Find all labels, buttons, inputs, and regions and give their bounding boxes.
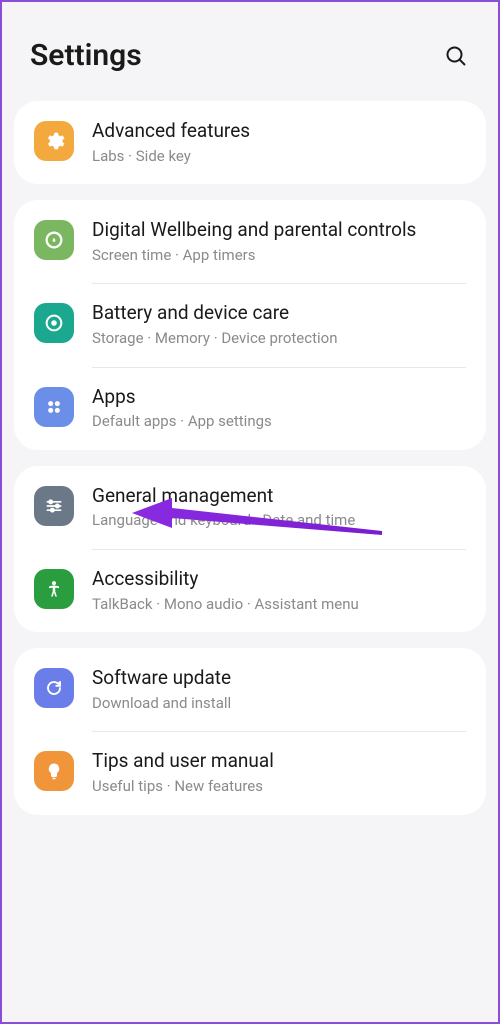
sliders-icon bbox=[34, 486, 74, 526]
item-title: Accessibility bbox=[92, 567, 466, 592]
item-title: Advanced features bbox=[92, 119, 466, 144]
settings-section: Digital Wellbeing and parental controls … bbox=[14, 200, 486, 450]
item-apps[interactable]: Apps Default apps · App settings bbox=[14, 367, 486, 450]
item-tips-user-manual[interactable]: Tips and user manual Useful tips · New f… bbox=[14, 731, 486, 814]
item-text: Apps Default apps · App settings bbox=[92, 385, 466, 432]
item-text: General management Language and keyboard… bbox=[92, 484, 466, 531]
page-title: Settings bbox=[30, 38, 142, 73]
item-digital-wellbeing[interactable]: Digital Wellbeing and parental controls … bbox=[14, 200, 486, 283]
item-title: Tips and user manual bbox=[92, 749, 466, 774]
item-text: Tips and user manual Useful tips · New f… bbox=[92, 749, 466, 796]
item-title: Apps bbox=[92, 385, 466, 410]
item-subtitle: Default apps · App settings bbox=[92, 412, 466, 432]
item-subtitle: Useful tips · New features bbox=[92, 777, 466, 797]
settings-header: Settings bbox=[2, 2, 498, 101]
wellbeing-icon bbox=[34, 220, 74, 260]
item-title: Digital Wellbeing and parental controls bbox=[92, 218, 466, 243]
item-text: Digital Wellbeing and parental controls … bbox=[92, 218, 466, 265]
item-title: Battery and device care bbox=[92, 301, 466, 326]
settings-section: Software update Download and install Tip… bbox=[14, 648, 486, 814]
gear-icon bbox=[34, 121, 74, 161]
apps-icon bbox=[34, 387, 74, 427]
accessibility-icon bbox=[34, 569, 74, 609]
update-icon bbox=[34, 668, 74, 708]
item-battery-device-care[interactable]: Battery and device care Storage · Memory… bbox=[14, 283, 486, 366]
item-title: Software update bbox=[92, 666, 466, 691]
item-general-management[interactable]: General management Language and keyboard… bbox=[14, 466, 486, 549]
item-software-update[interactable]: Software update Download and install bbox=[14, 648, 486, 731]
item-subtitle: Labs · Side key bbox=[92, 147, 466, 167]
item-title: General management bbox=[92, 484, 466, 509]
item-text: Battery and device care Storage · Memory… bbox=[92, 301, 466, 348]
item-subtitle: Screen time · App timers bbox=[92, 246, 466, 266]
item-advanced-features[interactable]: Advanced features Labs · Side key bbox=[14, 101, 486, 184]
item-text: Accessibility TalkBack · Mono audio · As… bbox=[92, 567, 466, 614]
battery-icon bbox=[34, 303, 74, 343]
settings-section: General management Language and keyboard… bbox=[14, 466, 486, 632]
item-subtitle: Language and keyboard · Date and time bbox=[92, 511, 466, 531]
item-subtitle: Download and install bbox=[92, 694, 466, 714]
item-accessibility[interactable]: Accessibility TalkBack · Mono audio · As… bbox=[14, 549, 486, 632]
settings-section: Advanced features Labs · Side key bbox=[14, 101, 486, 184]
item-text: Advanced features Labs · Side key bbox=[92, 119, 466, 166]
item-subtitle: Storage · Memory · Device protection bbox=[92, 329, 466, 349]
search-icon bbox=[444, 44, 468, 68]
search-button[interactable] bbox=[442, 42, 470, 70]
tips-icon bbox=[34, 751, 74, 791]
item-subtitle: TalkBack · Mono audio · Assistant menu bbox=[92, 595, 466, 615]
item-text: Software update Download and install bbox=[92, 666, 466, 713]
